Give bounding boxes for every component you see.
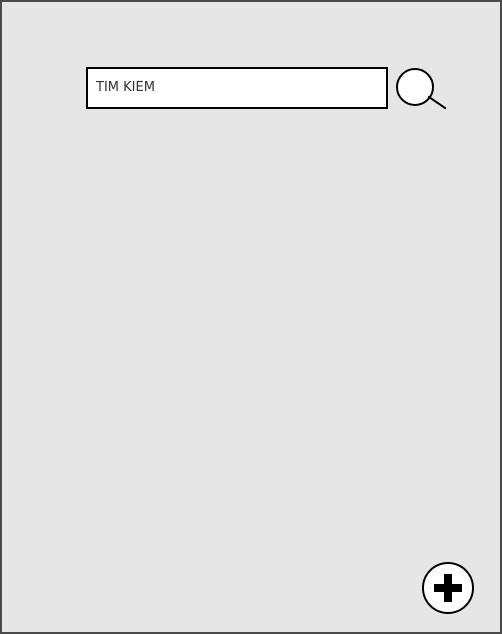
plus-icon — [421, 561, 475, 615]
search-bar — [86, 67, 388, 109]
search-input[interactable] — [96, 69, 376, 107]
search-button[interactable] — [394, 66, 450, 114]
search-icon — [394, 66, 450, 114]
add-button[interactable] — [421, 561, 475, 615]
app-screen — [0, 0, 502, 634]
